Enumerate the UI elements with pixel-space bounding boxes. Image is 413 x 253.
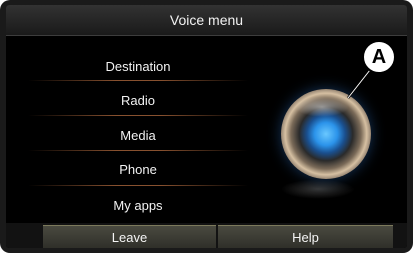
callout-badge: A <box>362 40 396 74</box>
infotainment-screen: Voice menu Destination Radio Media Phone… <box>0 0 413 253</box>
callout-leader-line <box>347 69 371 99</box>
callout-label: A <box>371 45 387 68</box>
